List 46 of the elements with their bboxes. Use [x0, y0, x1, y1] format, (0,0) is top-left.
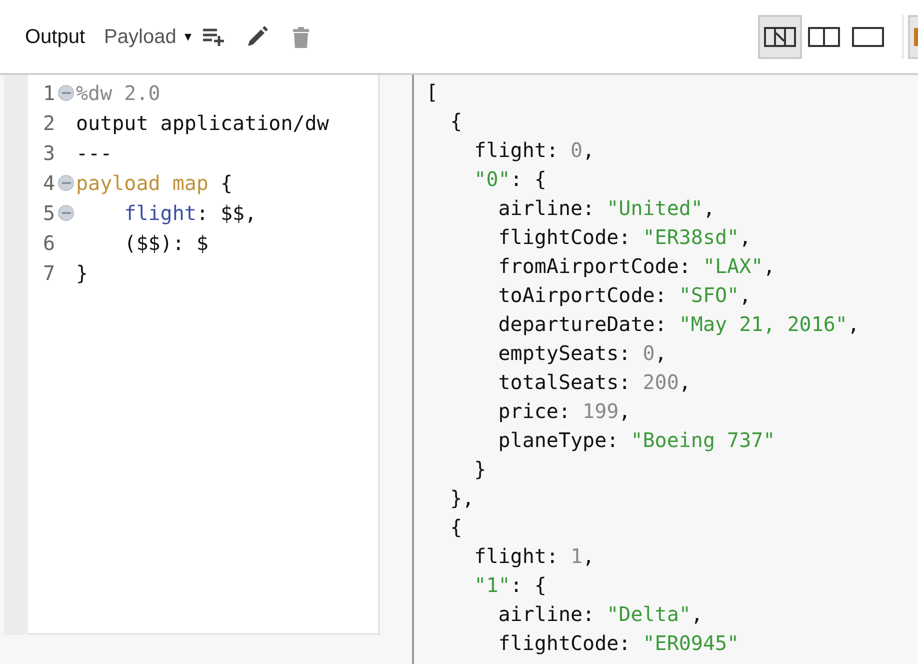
- split-layout-icon: [808, 26, 840, 46]
- fold-toggle-icon[interactable]: [58, 175, 74, 191]
- fold-toggle-icon[interactable]: [58, 205, 74, 221]
- code-line: flight: $$,: [123, 200, 257, 227]
- script-editor[interactable]: 1 %dw 2.0 2 output application/dw 3 --- 4 payload map { 5 flight: $$, 6 ($$): $ 7 }: [28, 75, 380, 635]
- toolbar-button[interactable]: [908, 14, 918, 58]
- output-line: departureDate: "May 21, 2016",: [497, 311, 860, 338]
- output-line: flight: 0,: [473, 137, 596, 164]
- output-line: airline: "United",: [497, 195, 716, 222]
- code-line: payload map {: [76, 170, 233, 197]
- output-line: {: [449, 108, 464, 135]
- line-number: 7: [42, 260, 56, 287]
- single-layout-icon: [852, 26, 884, 46]
- output-line: {: [449, 514, 464, 541]
- output-line: }: [473, 456, 488, 483]
- output-line: },: [449, 485, 476, 512]
- line-number: 4: [42, 170, 56, 197]
- output-line: flight: 1,: [473, 543, 596, 570]
- code-line: output application/dw: [76, 110, 329, 137]
- diagonal-split-layout-icon: [764, 26, 796, 46]
- fold-toggle-icon[interactable]: [58, 85, 74, 101]
- code-line: %dw 2.0: [76, 80, 160, 107]
- line-number: 6: [42, 230, 56, 257]
- output-line: airline: "Delta",: [497, 601, 704, 628]
- output-line: "0": {: [473, 166, 548, 193]
- code-line: }: [76, 260, 88, 287]
- output-line: emptySeats: 0,: [497, 340, 668, 367]
- payload-dropdown[interactable]: Payload ▾: [104, 22, 192, 52]
- diagonal-split-layout-button[interactable]: [758, 14, 802, 58]
- output-line: [: [426, 79, 440, 106]
- output-line: price: 199,: [497, 398, 632, 425]
- line-number: 3: [42, 140, 56, 167]
- output-line: flightCode: "ER0945": [497, 630, 740, 657]
- output-line: totalSeats: 200,: [497, 369, 692, 396]
- line-number: 5: [42, 200, 56, 227]
- panel-title: Output: [25, 24, 86, 50]
- line-number: 2: [42, 110, 56, 137]
- output-line: fromAirportCode: "LAX",: [497, 253, 776, 280]
- code-line: ---: [76, 140, 112, 167]
- line-number: 1: [42, 80, 56, 107]
- pencil-icon[interactable]: [245, 24, 270, 48]
- output-line: "1": {: [473, 572, 548, 599]
- code-line: ($$): $: [123, 230, 208, 257]
- output-line: planeType: "Boeing 737": [497, 427, 776, 454]
- output-line: flightCode: "ER38sd",: [497, 224, 752, 251]
- output-line: toAirportCode: "SFO",: [497, 282, 752, 309]
